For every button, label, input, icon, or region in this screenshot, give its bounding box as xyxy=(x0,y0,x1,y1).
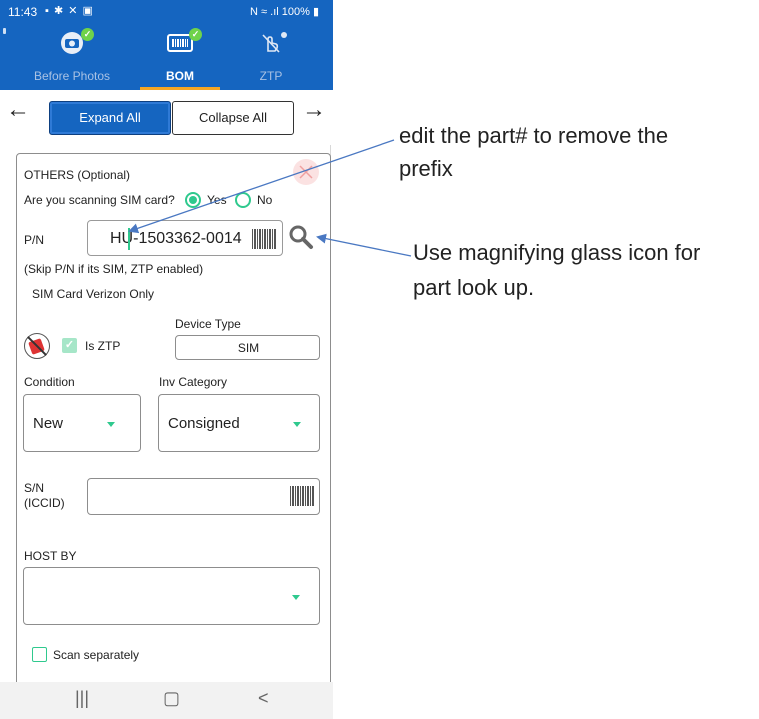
annotation-mag-line2: part look up. xyxy=(413,275,535,300)
yes-label: Yes xyxy=(207,193,227,207)
tab-label: Before Photos xyxy=(33,69,111,83)
chevron-down-icon xyxy=(107,422,115,427)
condition-label: Condition xyxy=(24,375,75,389)
text-cursor xyxy=(128,228,130,250)
host-by-label: HOST BY xyxy=(24,549,77,563)
inv-category-value: Consigned xyxy=(168,415,240,432)
inv-category-select[interactable]: Consigned xyxy=(158,394,320,452)
expand-all-button[interactable]: Expand All xyxy=(49,101,171,135)
status-bar: 11:43 ▪ ✱ ✕ ▣ N ≈ .ıl 100% ▮ xyxy=(0,0,333,26)
home-icon[interactable]: ▢ xyxy=(163,688,180,709)
notification-icons: ▪ ✱ ✕ ▣ xyxy=(45,5,94,17)
annotation-mag-line1: Use magnifying glass icon for xyxy=(413,240,701,265)
step-tabs: ✓ Before Photos ✓ BOM ZTP xyxy=(0,26,333,90)
skip-pn-note: (Skip P/N if its SIM, ZTP enabled) xyxy=(24,262,204,276)
tab-before-photos[interactable]: ✓ Before Photos xyxy=(22,26,122,90)
tab-ztp[interactable]: ZTP xyxy=(221,26,321,90)
back-arrow-icon[interactable]: ← xyxy=(6,96,30,124)
system-nav-bar: ||| ▢ < xyxy=(0,682,333,719)
sn-label-iccid: (ICCID) xyxy=(24,496,65,510)
remove-section-button[interactable] xyxy=(293,159,319,185)
collapse-all-button[interactable]: Collapse All xyxy=(172,101,294,135)
is-ztp-checkbox[interactable]: ✓ xyxy=(62,338,77,353)
barcode-scan-icon[interactable] xyxy=(290,486,314,506)
host-by-select[interactable] xyxy=(23,567,320,625)
is-ztp-label: Is ZTP xyxy=(85,339,121,353)
tab-bom[interactable]: ✓ BOM xyxy=(130,26,230,90)
annotation-edit-line1: edit the part# to remove the xyxy=(399,123,669,148)
tab-scroll-indicator xyxy=(3,28,6,34)
status-right-icons: N ≈ .ıl 100% ▮ xyxy=(250,6,319,18)
section-title: OTHERS (Optional) xyxy=(24,168,131,182)
pn-label: P/N xyxy=(24,233,45,247)
annotation-edit-line2: prefix xyxy=(399,156,453,181)
yes-radio[interactable] xyxy=(185,192,201,208)
no-radio[interactable] xyxy=(235,192,251,208)
tab-label: ZTP xyxy=(259,69,283,83)
close-icon xyxy=(299,165,313,179)
serial-number-input[interactable] xyxy=(87,478,320,515)
sim-question-label: Are you scanning SIM card? xyxy=(24,193,175,207)
status-time: 11:43 xyxy=(8,5,38,19)
pending-dot xyxy=(281,32,287,38)
part-number-input[interactable]: HU-1503362-0014 xyxy=(87,220,283,256)
magnifying-glass-icon[interactable] xyxy=(288,224,314,250)
check-icon: ✓ xyxy=(189,28,202,41)
device-type-label: Device Type xyxy=(175,317,241,331)
ztp-disabled-icon[interactable] xyxy=(24,333,50,359)
nav-back-icon[interactable]: < xyxy=(258,688,269,709)
sim-verizon-note: SIM Card Verizon Only xyxy=(32,287,155,301)
phone-screen: 11:43 ▪ ✱ ✕ ▣ N ≈ .ıl 100% ▮ ✓ Before Ph… xyxy=(0,0,333,719)
condition-select[interactable]: New xyxy=(23,394,141,452)
device-type-value: SIM xyxy=(237,341,260,355)
sn-label: S/N xyxy=(24,481,45,495)
chevron-down-icon xyxy=(293,422,301,427)
active-tab-indicator xyxy=(140,87,220,90)
check-icon: ✓ xyxy=(81,28,94,41)
no-label: No xyxy=(257,193,273,207)
condition-value: New xyxy=(33,415,64,432)
chevron-down-icon xyxy=(292,595,300,600)
device-type-field[interactable]: SIM xyxy=(175,335,320,360)
inv-category-label: Inv Category xyxy=(159,375,228,389)
recent-apps-icon[interactable]: ||| xyxy=(75,688,89,709)
scan-separately-label: Scan separately xyxy=(53,648,140,662)
forward-arrow-icon[interactable]: → xyxy=(302,96,326,124)
barcode-scan-icon[interactable] xyxy=(252,229,276,249)
scan-separately-checkbox[interactable] xyxy=(32,647,47,662)
tab-label: BOM xyxy=(166,69,194,83)
